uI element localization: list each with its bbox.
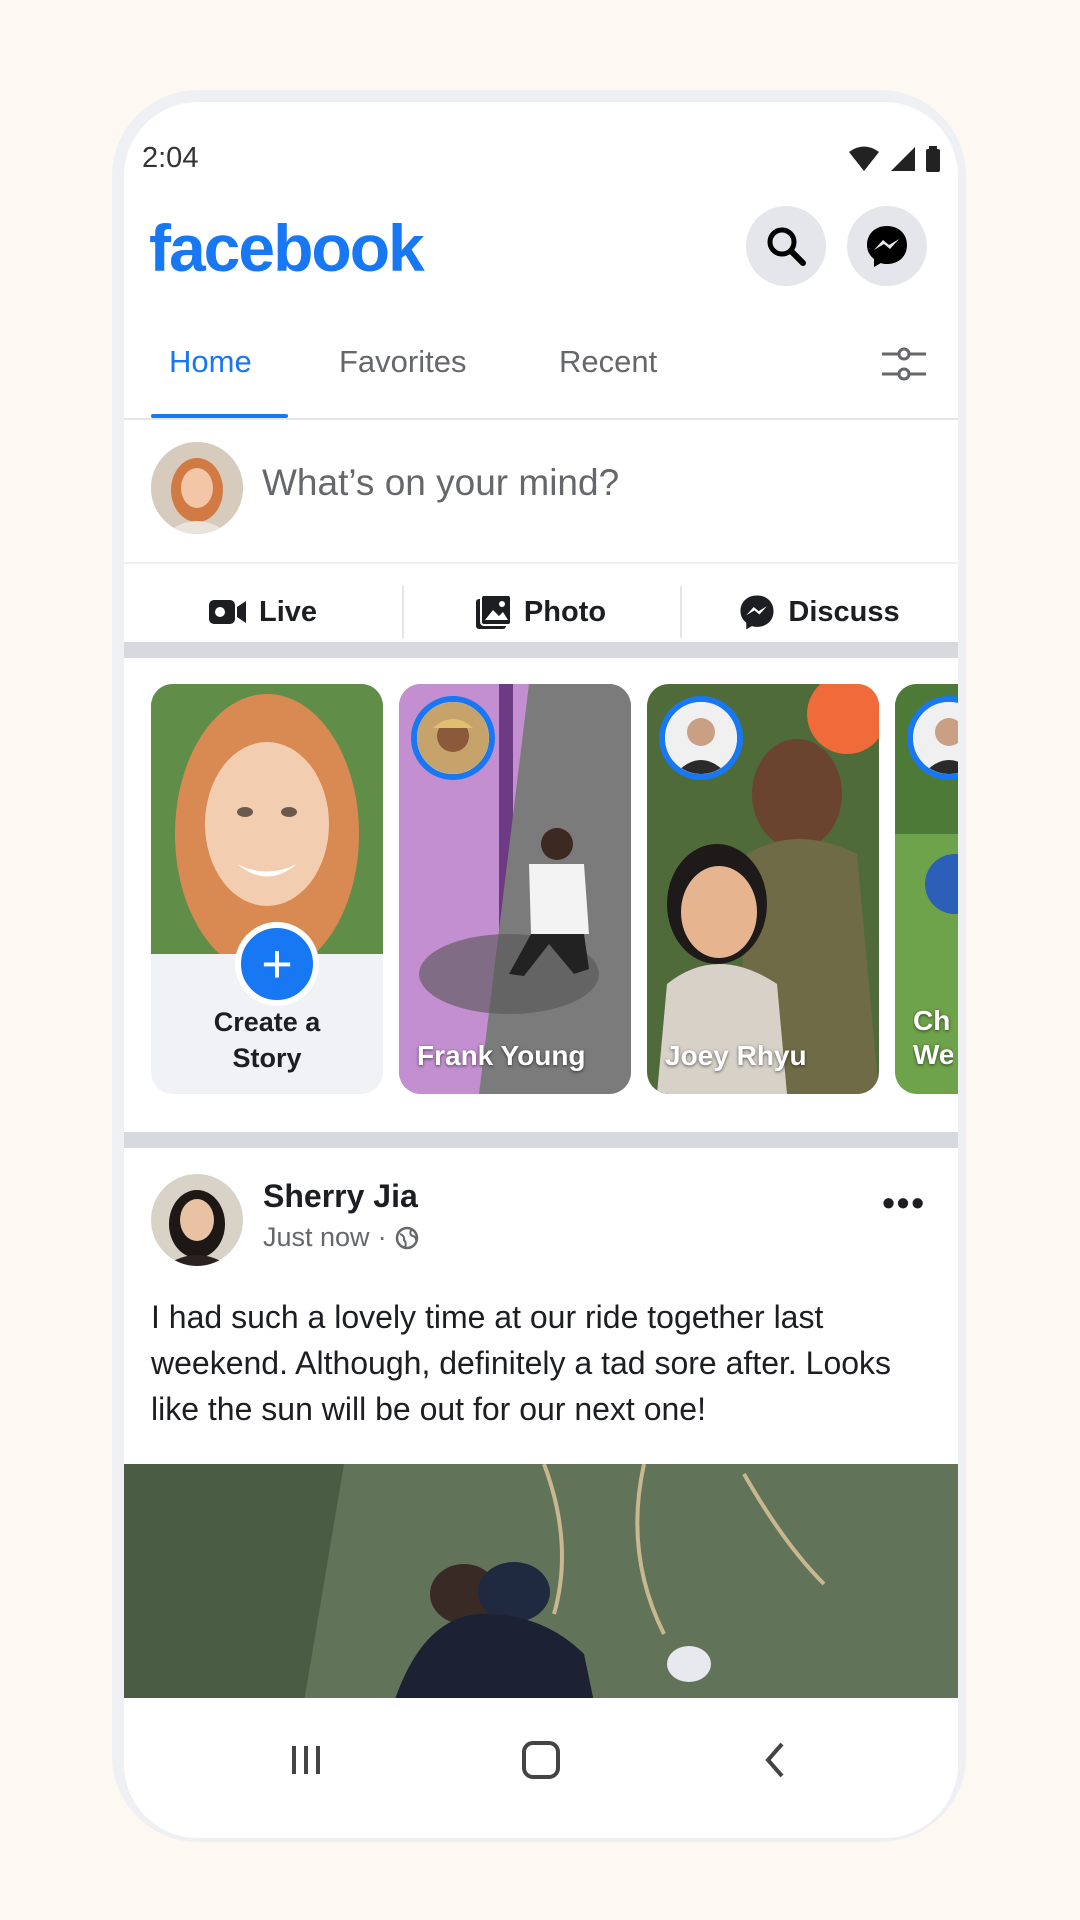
section-divider xyxy=(124,642,958,658)
messenger-icon xyxy=(740,595,774,630)
filter-settings-icon[interactable] xyxy=(880,344,928,384)
post-meta: Just now · xyxy=(263,1222,419,1253)
battery-icon xyxy=(926,146,940,172)
create-story-card[interactable]: + Create a Story xyxy=(151,684,383,1094)
create-story-label: Create a Story xyxy=(151,1004,383,1076)
meta-separator: · xyxy=(377,1222,387,1252)
post-photo[interactable] xyxy=(124,1464,958,1702)
create-story-line2: Story xyxy=(232,1043,302,1073)
system-nav-bar xyxy=(124,1698,958,1836)
add-story-button[interactable]: + xyxy=(235,922,319,1006)
story-name: Frank Young xyxy=(417,1040,586,1071)
home-button-icon[interactable] xyxy=(519,1738,563,1782)
stories-tray: + Create a Story Frank Young Joey Rhyu C… xyxy=(124,658,958,1132)
post-author-avatar[interactable] xyxy=(151,1174,243,1266)
recent-apps-icon[interactable] xyxy=(284,1738,328,1782)
post-author-name[interactable]: Sherry Jia xyxy=(263,1178,418,1215)
story-avatar xyxy=(411,696,495,780)
create-story-line1: Create a xyxy=(213,1007,321,1037)
post-timestamp[interactable]: Just now xyxy=(263,1222,370,1253)
search-icon xyxy=(767,227,806,266)
messenger-icon xyxy=(867,226,907,267)
search-button[interactable] xyxy=(746,206,826,286)
status-bar: 2:04 xyxy=(124,102,958,212)
tab-home[interactable]: Home xyxy=(169,344,252,380)
post-composer: What’s on your mind? xyxy=(124,418,958,562)
wifi-icon xyxy=(849,146,879,171)
user-avatar[interactable] xyxy=(151,442,243,534)
back-icon[interactable] xyxy=(754,1738,798,1782)
story-avatar xyxy=(659,696,743,780)
status-time: 2:04 xyxy=(142,142,199,174)
story-card[interactable]: Ch We xyxy=(895,684,958,1094)
post-text: I had such a lovely time at our ride tog… xyxy=(151,1299,892,1427)
story-card[interactable]: Frank Young xyxy=(399,684,631,1094)
app-screen: 2:04 facebook Home Favorites Recent What… xyxy=(124,102,958,1838)
signal-icon xyxy=(891,147,915,171)
globe-icon xyxy=(395,1226,418,1249)
create-story-photo xyxy=(151,684,383,954)
story-name: Ch We xyxy=(913,1005,953,1070)
tab-favorites[interactable]: Favorites xyxy=(339,344,466,380)
section-divider xyxy=(124,1132,958,1148)
story-card[interactable]: Joey Rhyu xyxy=(647,684,879,1094)
tab-recent[interactable]: Recent xyxy=(559,344,657,380)
status-icons xyxy=(848,146,940,172)
composer-input[interactable]: What’s on your mind? xyxy=(262,462,619,504)
messenger-button[interactable] xyxy=(847,206,927,286)
photo-icon xyxy=(475,595,512,629)
photo-label: Photo xyxy=(523,595,607,628)
live-label: Live xyxy=(258,595,318,628)
more-options-button[interactable]: ••• xyxy=(882,1182,926,1224)
discuss-label: Discuss xyxy=(788,595,900,628)
video-camera-icon xyxy=(208,600,246,624)
feed-tabs: Home Favorites Recent xyxy=(124,322,958,420)
story-name: Joey Rhyu xyxy=(665,1040,807,1071)
facebook-logo[interactable]: facebook xyxy=(149,210,425,286)
